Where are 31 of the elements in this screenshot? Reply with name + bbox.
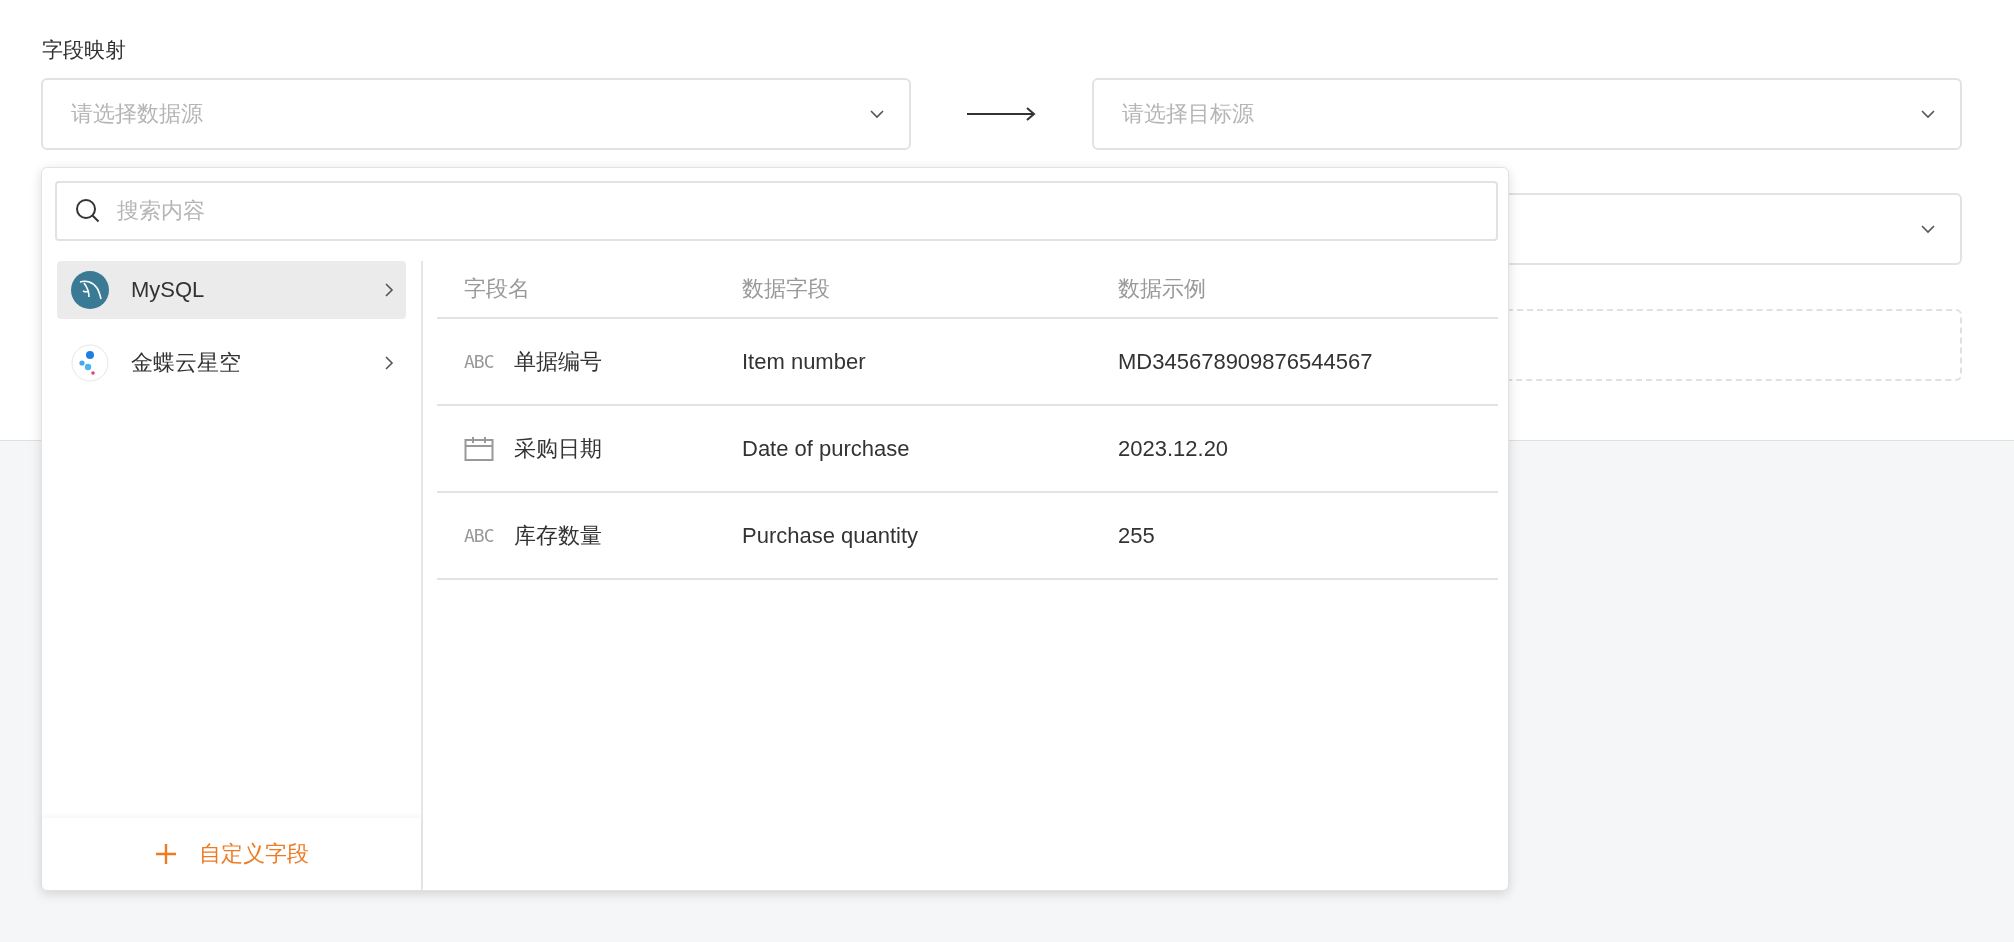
chevron-down-icon bbox=[1920, 224, 1936, 234]
example-value: MD345678909876544567 bbox=[1118, 348, 1374, 375]
target-select[interactable]: 请选择目标源 bbox=[1092, 78, 1962, 150]
column-header: 数据示例 bbox=[1118, 275, 1207, 303]
column-header: 字段名 bbox=[464, 275, 531, 303]
chevron-right-icon bbox=[384, 282, 394, 298]
type-label: ABC bbox=[464, 525, 495, 546]
chevron-right-icon bbox=[384, 355, 394, 371]
column-header: 数据字段 bbox=[742, 275, 831, 303]
source-item[interactable]: 金蝶云星空 bbox=[57, 334, 406, 392]
example-value: 255 bbox=[1118, 522, 1156, 549]
source-select[interactable]: 请选择数据源 bbox=[41, 78, 911, 150]
chevron-down-icon bbox=[1920, 109, 1936, 119]
data-field: Date of purchase bbox=[742, 435, 1118, 462]
search-icon bbox=[75, 198, 101, 224]
custom-field-button[interactable]: 自定义字段 bbox=[144, 833, 319, 875]
chevron-down-icon bbox=[869, 109, 885, 119]
source-item[interactable]: MySQL bbox=[57, 261, 406, 319]
example-value: 2023.12.20 bbox=[1118, 435, 1230, 462]
plus-icon bbox=[154, 843, 177, 865]
field-name: 采购日期 bbox=[514, 434, 602, 463]
dots-logo-icon bbox=[71, 344, 109, 382]
right-arrow-icon bbox=[966, 107, 1037, 121]
calendar-icon bbox=[464, 435, 494, 462]
field-name: 单据编号 bbox=[514, 347, 602, 376]
section-label: 字段映射 bbox=[42, 37, 127, 63]
search-field[interactable]: 搜索内容 bbox=[55, 181, 1498, 241]
data-field: Item number bbox=[742, 348, 1118, 375]
data-field: Purchase quantity bbox=[742, 522, 1118, 549]
type-label: ABC bbox=[464, 351, 495, 372]
field-name: 库存数量 bbox=[514, 521, 602, 550]
